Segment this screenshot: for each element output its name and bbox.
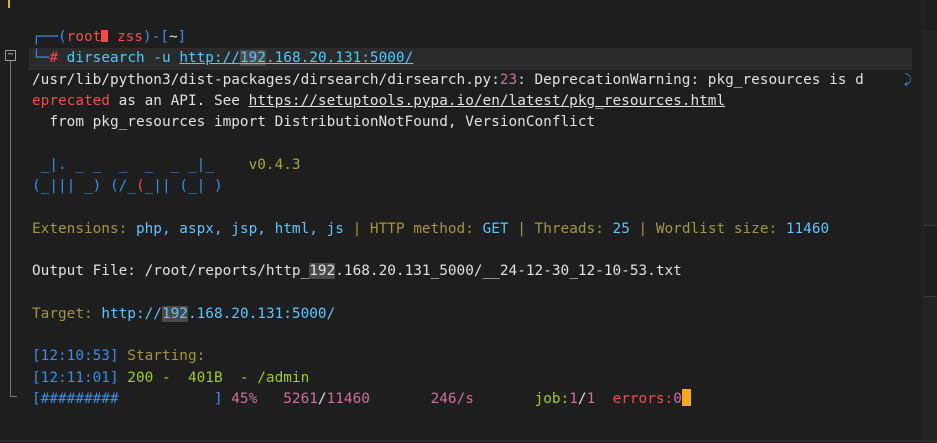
prompt-user: root (66, 29, 102, 45)
output-file-path: /root/reports/http_192.168.20.131_5000/_… (144, 263, 682, 280)
gutter-marker (8, 0, 10, 8)
scrollbar-region-upper (924, 30, 937, 226)
terminal-output[interactable]: ┌──(root zss)-[~] └─# dirsearch -u http:… (29, 27, 912, 410)
fold-toggle-icon[interactable]: − (5, 50, 16, 61)
config-wordlist-size: 11460 (785, 220, 830, 237)
scrollbar[interactable] (923, 0, 937, 443)
progress-percent: 45% (222, 391, 258, 408)
target-url: http://192.168.20.131:5000/ (101, 305, 336, 322)
prompt-symbol: # (49, 50, 58, 67)
job-total: 1 (586, 391, 596, 408)
log-line-start: [12:10:53] Starting: (32, 348, 206, 365)
config-method: GET (482, 220, 509, 237)
command-line[interactable]: └─# dirsearch -u http://192.168.20.131:5… (29, 48, 912, 70)
clipped-previous-output (30, 0, 920, 8)
prompt-host: zss (116, 29, 143, 45)
progress-done: 5261 (283, 391, 318, 408)
line-wrap-icon: ⤸ (904, 72, 912, 88)
log-path: /admin (257, 369, 310, 386)
output-file-line: Output File: /root/reports/http_192.168.… (32, 263, 682, 280)
warning-line-3: from pkg_resources import DistributionNo… (32, 114, 596, 131)
warning-line-number: 23 (499, 71, 518, 88)
errors-label: errors: (612, 391, 674, 408)
banner-row-2: (_||| _) (/_(_|| (_| ) (32, 178, 223, 195)
terminal-cursor (681, 389, 691, 407)
warning-line-1: /usr/lib/python3/dist-packages/dirsearch… (32, 70, 912, 91)
warning-path: /usr/lib/python3/dist-packages/dirsearch… (32, 71, 492, 88)
warning-link[interactable]: https://setuptools.pypa.io/en/latest/pkg… (249, 93, 726, 109)
prompt-line-1: ┌──(root zss)-[~] (32, 29, 187, 45)
prompt-dir: ~ (168, 29, 178, 45)
log-timestamp: [12:11:01] (32, 369, 119, 386)
config-threads: 25 (612, 220, 630, 237)
progress-bar: [######### ] (32, 391, 223, 408)
warning-line-2: eprecated as an API. See https://setupto… (32, 92, 726, 109)
log-line-result: [12:11:01] 200 - 401B - /admin (32, 368, 912, 389)
fold-guide (10, 61, 11, 397)
fold-guide-end (10, 396, 17, 397)
prompt-corner: ┌──( (32, 29, 67, 45)
banner-row-1: _|. _ _ _ _ _ _|_ v0.4.3 (32, 156, 301, 173)
progress-total: 11460 (326, 391, 370, 408)
command-text: dirsearch -u (66, 50, 180, 67)
scrollbar-region-lower (924, 296, 937, 443)
config-line: Extensions: php, aspx, jsp, html, js | H… (32, 220, 830, 237)
banner-version: v0.4.3 (248, 156, 301, 173)
warning-message: : DeprecationWarning: pkg_resources is d (517, 71, 864, 88)
command-url[interactable]: http://192.168.20.131:5000/ (179, 50, 413, 67)
prompt-corner-bottom: └─ (32, 50, 50, 67)
progress-line: [######### ] 45% 5261/11460 246/s job:1/… (32, 389, 912, 410)
warning-deprecated: eprecated (32, 92, 110, 109)
log-status: 200 - 401B - (118, 369, 258, 386)
target-line: Target: http://192.168.20.131:5000/ (32, 305, 336, 322)
job-current: 1 (569, 391, 578, 408)
log-timestamp: [12:10:53] (32, 348, 119, 365)
progress-rate: 246/s (430, 391, 474, 408)
editor-gutter: − (0, 0, 30, 442)
config-extensions: php, aspx, jsp, html, js (135, 220, 344, 237)
errors-count: 0 (673, 391, 682, 408)
